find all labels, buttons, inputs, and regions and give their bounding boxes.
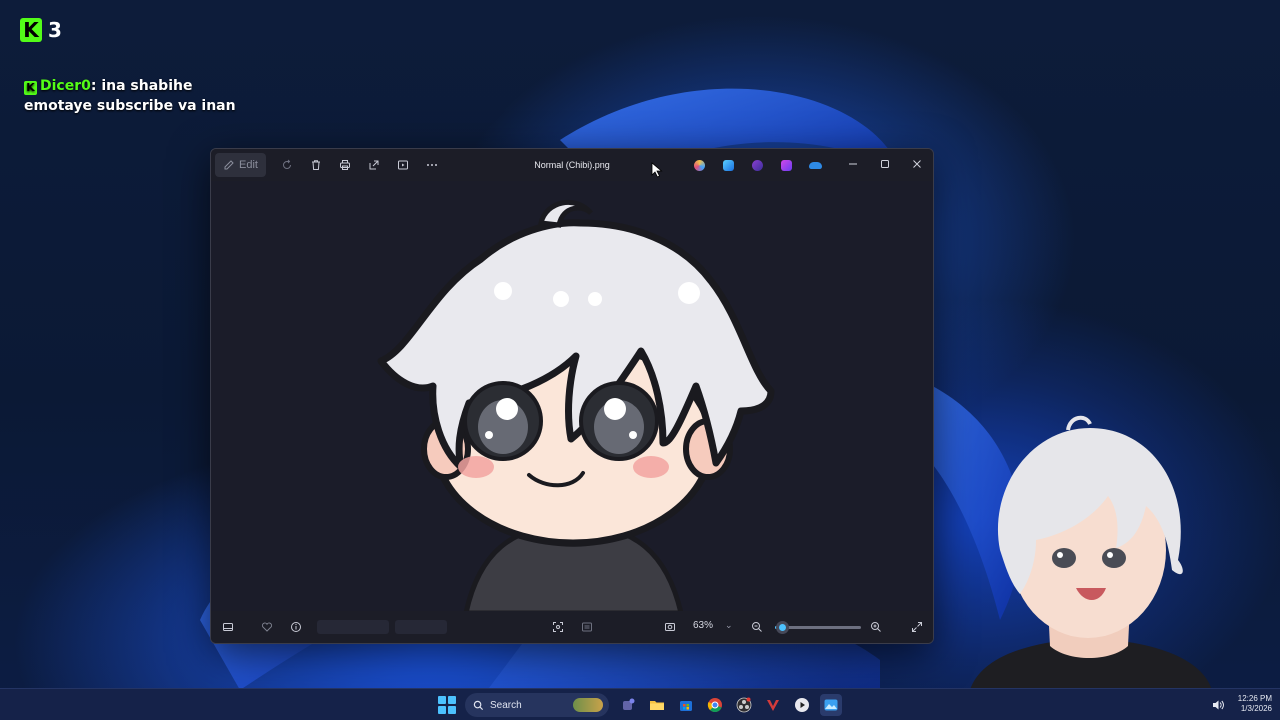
viewer-count: 3	[48, 18, 62, 42]
fullscreen-button[interactable]	[906, 616, 928, 638]
kick-badge-icon: K	[24, 81, 37, 95]
windows-logo-icon	[448, 706, 456, 714]
edit-icon	[224, 160, 234, 170]
print-button[interactable]	[332, 153, 358, 177]
photos-app-icon[interactable]	[718, 155, 738, 175]
maximize-button[interactable]	[869, 149, 901, 179]
volume-icon[interactable]	[1211, 698, 1225, 712]
fullscreen-icon	[912, 622, 922, 632]
zoom-out-icon	[752, 622, 762, 632]
screenshot-button[interactable]	[659, 616, 681, 638]
taskbar-pinned-apps	[617, 694, 842, 716]
close-icon	[913, 160, 921, 168]
share-button[interactable]	[361, 153, 387, 177]
chat-username: Dicer0	[40, 78, 91, 94]
edit-button[interactable]: Edit	[215, 153, 266, 177]
chibi-artwork	[377, 200, 775, 613]
filmstrip-button[interactable]	[217, 616, 239, 638]
chrome-icon[interactable]	[704, 694, 726, 716]
zoom-slider-thumb[interactable]	[775, 621, 789, 634]
taskbar: Search 12:26 PM 1/3/2026	[0, 688, 1280, 720]
more-icon	[426, 164, 437, 166]
compare-icon	[582, 622, 592, 632]
vtuber-avatar	[970, 415, 1212, 690]
zoom-slider[interactable]	[775, 621, 861, 634]
photos-taskbar-icon[interactable]	[820, 694, 842, 716]
delete-icon	[311, 160, 320, 170]
close-button[interactable]	[901, 149, 933, 179]
image-canvas[interactable]	[211, 181, 933, 613]
zoom-out-button[interactable]	[746, 616, 768, 638]
zoom-in-button[interactable]	[865, 616, 887, 638]
search-icon	[473, 700, 484, 710]
filmstrip-icon	[223, 623, 233, 631]
zoom-in-icon	[871, 622, 881, 632]
onedrive-icon[interactable]	[805, 155, 825, 175]
mouse-cursor-icon	[651, 162, 663, 178]
screenshot-icon	[665, 623, 675, 631]
fit-icon	[553, 622, 563, 632]
placeholder-pill	[317, 620, 389, 634]
teams-icon[interactable]	[617, 694, 639, 716]
windows-logo-icon	[438, 706, 446, 714]
chat-separator: :	[90, 78, 102, 94]
clock-date: 1/3/2026	[1240, 704, 1272, 713]
chevron-down-icon[interactable]: ⌄	[725, 620, 733, 631]
obs-icon[interactable]	[733, 694, 755, 716]
title-bar[interactable]: Edit Normal (Chibi).png	[211, 149, 933, 181]
info-button[interactable]	[285, 616, 307, 638]
favorite-button[interactable]	[256, 616, 278, 638]
app-integrations	[689, 155, 825, 175]
kick-logo-icon: K	[20, 18, 42, 42]
file-explorer-icon[interactable]	[646, 694, 668, 716]
clipchamp-icon[interactable]	[747, 155, 767, 175]
media-player-icon[interactable]	[791, 694, 813, 716]
slideshow-button[interactable]	[390, 153, 416, 177]
share-icon	[369, 160, 379, 170]
rotate-button[interactable]	[274, 153, 300, 177]
copilot-icon[interactable]	[689, 155, 709, 175]
minimize-button[interactable]	[837, 149, 869, 179]
edit-label: Edit	[239, 159, 258, 171]
taskbar-search[interactable]: Search	[465, 693, 609, 717]
slideshow-icon	[397, 160, 408, 170]
microsoft-store-icon[interactable]	[675, 694, 697, 716]
kick-viewer-counter: K 3	[20, 18, 62, 42]
system-clock[interactable]: 12:26 PM 1/3/2026	[1230, 694, 1272, 714]
info-icon	[291, 622, 301, 632]
zoom-level[interactable]: 63%	[693, 620, 713, 631]
compare-button[interactable]	[576, 616, 598, 638]
delete-button[interactable]	[303, 153, 329, 177]
more-button[interactable]	[419, 153, 445, 177]
start-button[interactable]	[438, 696, 456, 714]
minimize-icon	[849, 163, 857, 165]
windows-logo-icon	[438, 696, 446, 704]
search-highlight-icon	[573, 698, 603, 712]
placeholder-pill	[395, 620, 447, 634]
vpn-icon[interactable]	[762, 694, 784, 716]
window-controls	[837, 149, 933, 179]
favorite-icon	[261, 622, 273, 632]
photos-window: Edit Normal (Chibi).png 63% ⌄	[210, 148, 934, 644]
designer-icon[interactable]	[776, 155, 796, 175]
windows-logo-icon	[448, 696, 456, 704]
fit-button[interactable]	[547, 616, 569, 638]
rotate-icon	[283, 159, 291, 169]
bottom-bar: 63% ⌄	[211, 611, 933, 643]
maximize-icon	[881, 160, 889, 168]
clock-time: 12:26 PM	[1237, 694, 1272, 703]
search-placeholder: Search	[490, 699, 522, 711]
chat-message: K Dicer0: ina shabihe emotaye subscribe v…	[24, 76, 264, 116]
print-icon	[339, 160, 350, 170]
